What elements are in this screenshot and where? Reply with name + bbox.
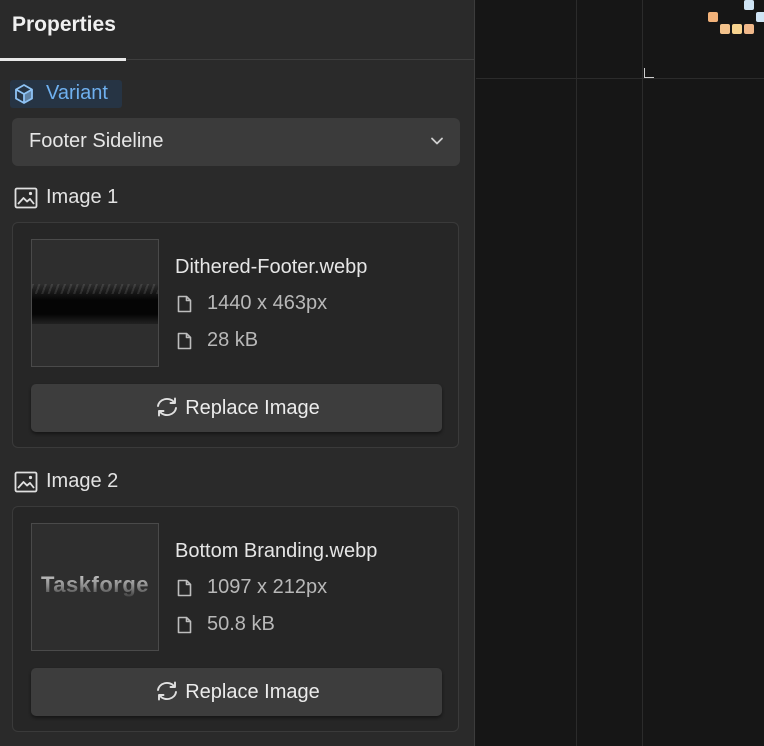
- image-1-replace-label: Replace Image: [185, 397, 320, 419]
- canvas-guide-line: [476, 78, 764, 79]
- image-1-label: Image 1: [46, 186, 119, 208]
- panel-header: Properties: [0, 0, 474, 61]
- refresh-icon: [157, 397, 178, 417]
- image-1-replace-button[interactable]: Replace Image: [31, 384, 442, 432]
- image-icon: [14, 471, 38, 493]
- image-2-size: 50.8 kB: [207, 613, 275, 635]
- image-1-dimensions: 1440 x 463px: [207, 292, 328, 314]
- image-2-replace-button[interactable]: Replace Image: [31, 668, 442, 716]
- canvas-guide-line: [576, 0, 577, 746]
- image-1-size: 28 kB: [207, 329, 259, 351]
- refresh-icon: [157, 681, 178, 701]
- thumbnail-branding-text: Taskforge: [32, 572, 158, 598]
- properties-tab[interactable]: Properties: [12, 13, 116, 37]
- file-icon: [177, 579, 192, 597]
- image-2-file-name: Bottom Branding.webp: [175, 540, 378, 562]
- image-2-dimensions: 1097 x 212px: [207, 576, 328, 598]
- image-icon: [14, 187, 38, 209]
- variant-label-row: Variant: [10, 80, 122, 108]
- file-icon: [177, 295, 192, 313]
- chevron-down-icon: [431, 137, 443, 145]
- image-2-label: Image 2: [46, 470, 119, 492]
- image-2-thumbnail[interactable]: Taskforge: [31, 523, 159, 651]
- design-canvas[interactable]: [476, 0, 764, 746]
- image-1-file-name: Dithered-Footer.webp: [175, 256, 368, 278]
- variant-select-value: Footer Sideline: [29, 130, 164, 152]
- image-1-card: Dithered-Footer.webp 1440 x 463px 28 kB: [12, 222, 459, 448]
- image-1-thumbnail[interactable]: [31, 239, 159, 367]
- image-2-replace-label: Replace Image: [185, 681, 320, 703]
- file-icon: [177, 332, 192, 350]
- cube-icon: [15, 84, 33, 104]
- variant-label: Variant: [46, 82, 108, 104]
- dithered-footer-preview: [32, 284, 158, 324]
- canvas-guide-line: [642, 0, 643, 746]
- variant-select[interactable]: Footer Sideline: [12, 118, 460, 166]
- properties-panel: Properties Variant Footer Sideline Image…: [0, 0, 475, 746]
- image-2-card: Taskforge Bottom Branding.webp 1097 x 21…: [12, 506, 459, 732]
- frame-corner-marker: [644, 68, 654, 78]
- active-tab-indicator: [0, 58, 126, 61]
- file-icon: [177, 616, 192, 634]
